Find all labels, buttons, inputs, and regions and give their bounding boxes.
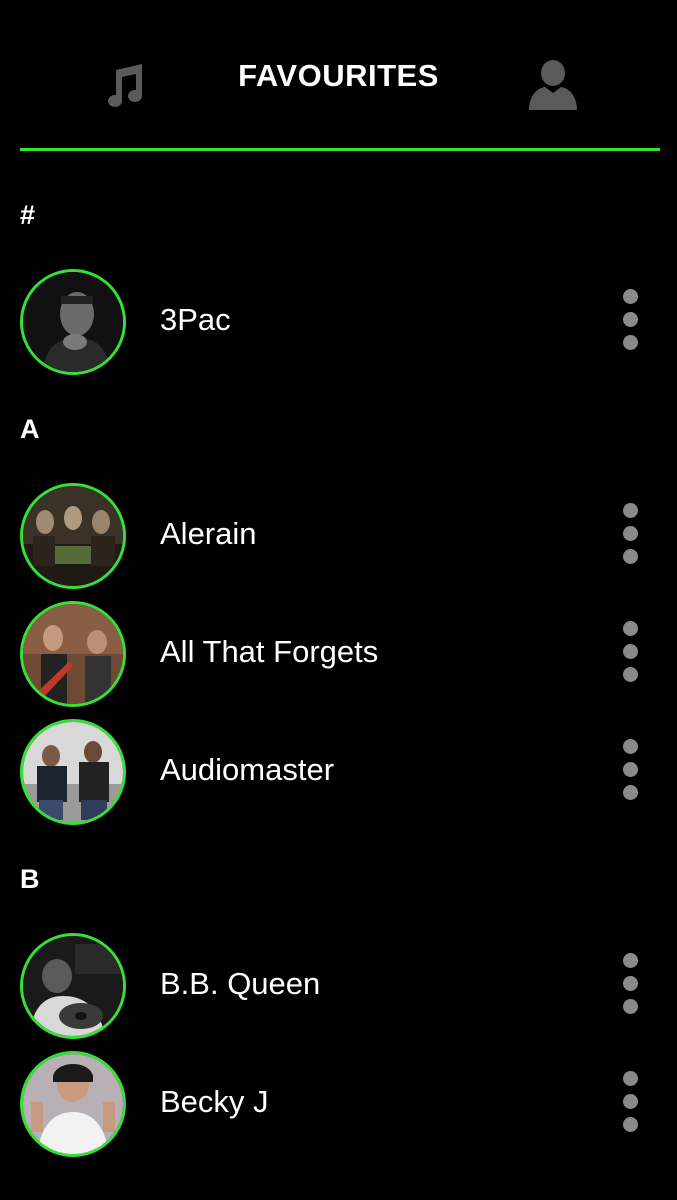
artist-name: Becky J — [160, 1084, 269, 1119]
artist-name: B.B. Queen — [160, 966, 321, 1001]
artist-avatar — [20, 601, 126, 707]
more-dot — [623, 953, 638, 968]
more-dot — [623, 976, 638, 991]
more-dot — [623, 644, 638, 659]
header-bar: FAVOURITES — [0, 0, 677, 152]
more-options-button[interactable] — [614, 619, 646, 687]
more-dot — [623, 667, 638, 682]
artist-row-3pac[interactable]: 3Pac — [0, 269, 677, 377]
artist-avatar — [20, 1051, 126, 1157]
more-options-button[interactable] — [614, 951, 646, 1019]
artist-row-becky-j[interactable]: Becky J — [0, 1051, 677, 1159]
more-dot — [623, 312, 638, 327]
artist-name: All That Forgets — [160, 634, 379, 669]
artist-avatar — [20, 483, 126, 589]
artist-row-bb-queen[interactable]: B.B. Queen — [0, 933, 677, 1041]
more-options-button[interactable] — [614, 737, 646, 805]
more-dot — [623, 739, 638, 754]
more-dot — [623, 785, 638, 800]
more-dot — [623, 621, 638, 636]
artist-name: Alerain — [160, 516, 257, 551]
user-profile-icon[interactable] — [527, 60, 579, 110]
artist-name: 3Pac — [160, 302, 231, 337]
more-options-button[interactable] — [614, 501, 646, 569]
section-header-b: B — [20, 864, 40, 894]
more-options-button[interactable] — [614, 287, 646, 355]
more-dot — [623, 1071, 638, 1086]
more-dot — [623, 1117, 638, 1132]
more-dot — [623, 549, 638, 564]
more-dot — [623, 1094, 638, 1109]
section-header-hash: # — [20, 200, 36, 230]
artist-avatar — [20, 719, 126, 825]
more-dot — [623, 762, 638, 777]
more-dot — [623, 526, 638, 541]
more-dot — [623, 289, 638, 304]
section-header-a: A — [20, 414, 40, 444]
header-divider — [20, 148, 660, 151]
more-dot — [623, 335, 638, 350]
more-dot — [623, 999, 638, 1014]
artist-avatar — [20, 269, 126, 375]
artist-name: Audiomaster — [160, 752, 335, 787]
artist-avatar — [20, 933, 126, 1039]
more-dot — [623, 503, 638, 518]
more-options-button[interactable] — [614, 1069, 646, 1137]
artist-row-alerain[interactable]: Alerain — [0, 483, 677, 591]
artist-row-audiomaster[interactable]: Audiomaster — [0, 719, 677, 827]
artist-row-all-that-forgets[interactable]: All That Forgets — [0, 601, 677, 709]
